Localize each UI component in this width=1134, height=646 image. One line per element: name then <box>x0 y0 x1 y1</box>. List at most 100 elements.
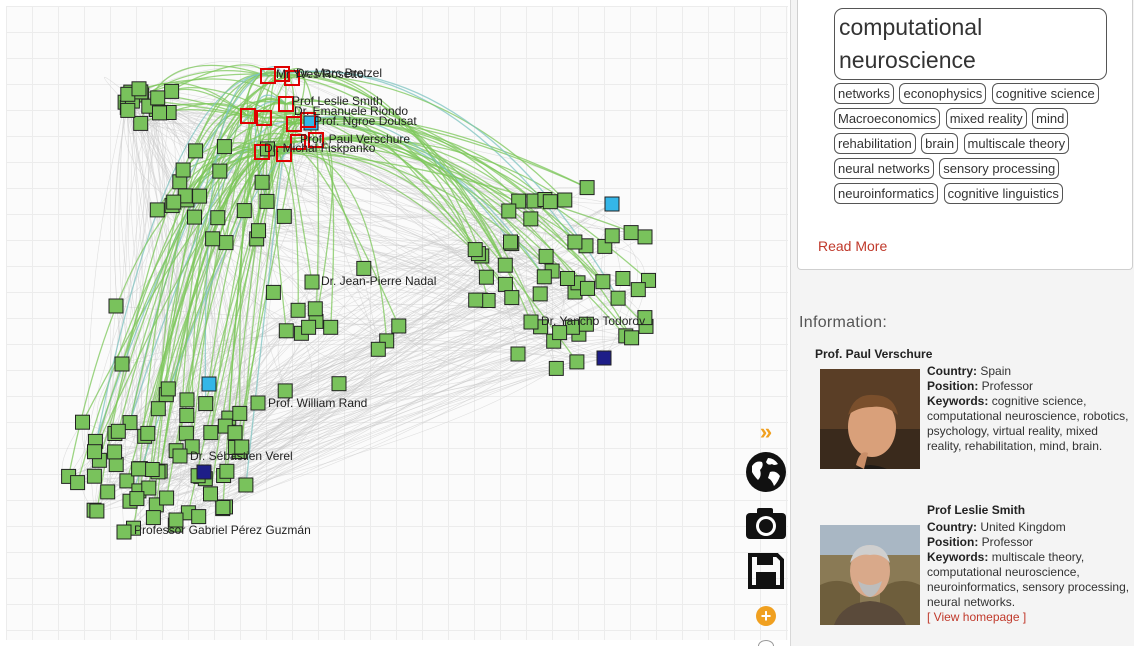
graph-node[interactable] <box>218 235 234 251</box>
graph-node[interactable] <box>536 269 552 285</box>
network-graph-canvas[interactable]: Mr Yves Rosetto Dr. Marc Bretzel Prof Le… <box>6 6 788 640</box>
graph-node[interactable] <box>219 463 235 479</box>
graph-node[interactable] <box>87 444 102 460</box>
graph-node[interactable] <box>86 468 102 484</box>
keyword-tag[interactable]: Macroeconomics <box>834 108 941 129</box>
graph-node[interactable] <box>212 163 228 179</box>
graph-node[interactable] <box>595 274 611 290</box>
graph-node[interactable] <box>108 298 124 314</box>
graph-node[interactable] <box>560 271 575 286</box>
graph-node[interactable] <box>604 196 620 212</box>
graph-node[interactable] <box>110 423 126 439</box>
keyword-tag[interactable]: neural networks <box>834 158 934 179</box>
graph-node[interactable] <box>216 139 232 155</box>
keyword-tag[interactable]: mind <box>1032 108 1069 129</box>
graph-node[interactable] <box>152 105 167 121</box>
graph-node[interactable] <box>131 81 147 97</box>
graph-node[interactable] <box>232 405 248 421</box>
graph-node[interactable] <box>108 457 124 473</box>
graph-node[interactable] <box>120 102 136 118</box>
graph-node[interactable] <box>497 257 513 273</box>
graph-node[interactable] <box>201 376 217 392</box>
graph-node[interactable] <box>236 203 252 219</box>
graph-node[interactable] <box>624 330 640 346</box>
keyword-tag[interactable]: networks <box>834 83 895 104</box>
graph-node[interactable] <box>166 194 182 210</box>
globe-button[interactable] <box>744 449 788 495</box>
keyword-tag[interactable]: rehabilitation <box>834 133 916 154</box>
graph-node[interactable] <box>70 475 86 491</box>
graph-node[interactable] <box>175 162 191 178</box>
graph-node[interactable] <box>323 319 339 335</box>
graph-node[interactable] <box>178 425 194 441</box>
graph-node[interactable] <box>579 180 595 196</box>
graph-node[interactable] <box>467 242 483 258</box>
graph-node[interactable] <box>164 83 180 99</box>
keyword-tag[interactable]: sensory processing <box>939 158 1060 179</box>
graph-node[interactable] <box>538 248 554 264</box>
graph-node[interactable] <box>100 484 116 500</box>
graph-node[interactable] <box>370 341 386 357</box>
graph-node[interactable] <box>140 425 156 441</box>
graph-node[interactable] <box>203 425 219 441</box>
graph-node[interactable] <box>596 350 612 366</box>
graph-node[interactable] <box>251 223 266 239</box>
keyword-tag[interactable]: brain <box>921 133 959 154</box>
graph-node[interactable] <box>567 234 583 250</box>
graph-node[interactable] <box>604 228 620 244</box>
screenshot-button[interactable] <box>744 503 788 543</box>
graph-node[interactable] <box>133 115 149 131</box>
graph-node[interactable] <box>265 284 281 300</box>
graph-node[interactable] <box>276 208 292 224</box>
graph-node[interactable] <box>150 401 166 417</box>
graph-node[interactable] <box>580 280 595 296</box>
graph-node[interactable] <box>391 318 407 334</box>
graph-node[interactable] <box>160 381 176 397</box>
graph-node[interactable] <box>179 408 195 423</box>
graph-node[interactable] <box>301 319 317 335</box>
graph-node[interactable] <box>129 491 145 507</box>
keyword-tag[interactable]: neuroinformatics <box>834 183 939 204</box>
graph-node[interactable] <box>304 274 320 290</box>
graph-node[interactable] <box>159 490 175 506</box>
graph-node[interactable] <box>290 302 306 318</box>
graph-node[interactable] <box>331 376 347 392</box>
graph-node[interactable] <box>238 477 254 493</box>
graph-node[interactable] <box>203 486 218 502</box>
graph-node[interactable] <box>259 193 275 209</box>
graph-node[interactable] <box>510 346 526 362</box>
graph-node[interactable] <box>532 286 548 302</box>
graph-node[interactable] <box>179 392 195 408</box>
add-button[interactable]: + <box>744 604 788 628</box>
graph-node[interactable] <box>501 203 517 219</box>
keyword-tag[interactable]: cognitive science <box>991 83 1099 104</box>
keyword-tag[interactable]: econophysics <box>899 83 987 104</box>
network-graph[interactable]: Mr Yves Rosetto Dr. Marc Bretzel Prof Le… <box>6 6 788 640</box>
read-more-link[interactable]: Read More <box>818 238 887 254</box>
graph-node[interactable] <box>254 174 270 190</box>
graph-node[interactable] <box>75 414 90 430</box>
keyword-tag[interactable]: computational neuroscience <box>834 8 1107 80</box>
graph-node[interactable] <box>198 396 214 412</box>
graph-node[interactable] <box>205 231 221 247</box>
graph-node[interactable] <box>548 360 564 376</box>
graph-node[interactable] <box>542 194 558 210</box>
graph-node[interactable] <box>172 448 188 464</box>
graph-node[interactable] <box>637 229 653 245</box>
graph-node[interactable] <box>188 143 204 159</box>
graph-node[interactable] <box>144 462 160 477</box>
graph-node[interactable] <box>278 323 294 339</box>
graph-node[interactable] <box>307 301 323 317</box>
graph-node[interactable] <box>523 211 539 227</box>
graph-node[interactable] <box>149 202 165 218</box>
graph-node[interactable] <box>107 444 123 460</box>
keyword-tag[interactable]: mixed reality <box>945 108 1027 129</box>
graph-node[interactable] <box>210 210 226 226</box>
graph-node[interactable] <box>497 276 513 292</box>
expand-button[interactable]: » <box>744 420 788 444</box>
graph-node[interactable] <box>478 269 494 285</box>
graph-node[interactable] <box>215 500 231 515</box>
graph-node[interactable] <box>116 524 132 540</box>
keyword-tag[interactable]: cognitive linguistics <box>943 183 1063 204</box>
graph-node[interactable] <box>630 282 646 298</box>
